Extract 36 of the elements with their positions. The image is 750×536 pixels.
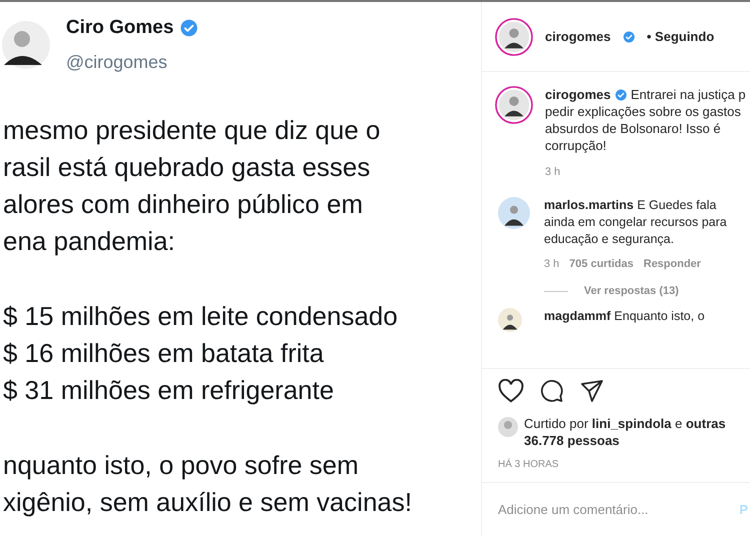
- tweet-handle: @cirogomes: [66, 50, 168, 74]
- username-link[interactable]: cirogomes: [545, 26, 611, 46]
- tweet-text-line: xigênio, sem auxílio e sem vacinas!: [3, 486, 413, 518]
- avatar-icon: [2, 20, 50, 69]
- likes-text: Curtido por lini_spindola e outras 36.778 pessoas: [524, 415, 727, 449]
- comment-likes[interactable]: 705 curtidas: [569, 256, 634, 273]
- username-link[interactable]: cirogomes: [545, 86, 611, 103]
- caption-text: absurdos de Bolsonaro! Isso é: [545, 120, 722, 137]
- view-replies-link[interactable]: Ver respostas (13): [584, 283, 679, 300]
- tweet-text-line: mesmo presidente que diz que o: [3, 114, 382, 146]
- tweet-author-name: Ciro Gomes: [66, 16, 174, 40]
- comment-text: marlos.martins E Guedes fala ainda em congelar recursos para educação e segurança.: [544, 197, 728, 248]
- comment-icon[interactable]: [540, 379, 564, 403]
- caption-text: corrupção!: [545, 137, 608, 154]
- tweet-text-line: nquanto isto, o povo sofre sem: [3, 448, 360, 482]
- tweet-text-line: ena pandemia:: [3, 224, 176, 258]
- avatar-icon[interactable]: [495, 18, 533, 56]
- caption-time: 3 h: [545, 165, 562, 180]
- caption-text: Entrarei na justiça p: [630, 86, 746, 103]
- tweet-text-line: $ 16 milhões em batata frita: [3, 336, 325, 370]
- tweet-text-line: rasil está quebrado gasta esses: [3, 150, 372, 184]
- avatar-icon[interactable]: [498, 308, 522, 332]
- tweet-text-line: $ 15 milhões em leite condensado: [3, 300, 399, 332]
- tweet-text-line: alores com dinheiro público em: [3, 188, 364, 220]
- send-icon[interactable]: [580, 379, 604, 403]
- avatar-icon[interactable]: [498, 197, 530, 229]
- tweet-text-line: $ 31 milhões em refrigerante: [3, 374, 335, 406]
- caption-text: pedir explicações sobre os gastos: [545, 103, 742, 120]
- avatar-icon[interactable]: [495, 86, 533, 124]
- reply-link[interactable]: Responder: [644, 256, 701, 273]
- post-timestamp: HÁ 3 HORAS: [498, 457, 560, 472]
- comment-input[interactable]: Adicione um comentário...: [498, 500, 740, 520]
- comment-time: 3 h: [544, 257, 560, 272]
- comment-text: magdammf Enquanto isto, o: [544, 308, 706, 325]
- heart-icon[interactable]: [498, 379, 524, 403]
- follow-status[interactable]: • Seguindo: [646, 26, 714, 46]
